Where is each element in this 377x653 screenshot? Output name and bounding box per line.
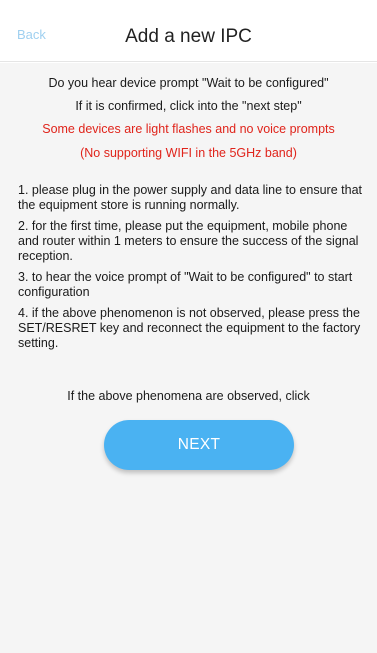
- content-area: Do you hear device prompt "Wait to be co…: [0, 63, 377, 653]
- step-3: 3. to hear the voice prompt of "Wait to …: [18, 270, 353, 299]
- prompt-line-2: If it is confirmed, click into the "next…: [75, 99, 302, 113]
- warning-line-2: (No supporting WIFI in the 5GHz band): [80, 146, 297, 160]
- instruction-steps: 1. please plug in the power supply and d…: [18, 183, 363, 357]
- step-2: 2. for the first time, please put the eq…: [18, 219, 359, 263]
- page-title: Add a new IPC: [125, 26, 252, 47]
- next-button[interactable]: NEXT: [104, 420, 294, 470]
- header-bar: Back Add a new IPC: [0, 0, 377, 62]
- warning-line-1: Some devices are light flashes and no vo…: [42, 122, 335, 136]
- app-screen: Back Add a new IPC Do you hear device pr…: [0, 0, 377, 653]
- step-1: 1. please plug in the power supply and d…: [18, 183, 362, 212]
- prompt-line-1: Do you hear device prompt "Wait to be co…: [48, 76, 329, 90]
- observed-text: If the above phenomena are observed, cli…: [67, 389, 310, 403]
- step-4: 4. if the above phenomenon is not observ…: [18, 306, 361, 350]
